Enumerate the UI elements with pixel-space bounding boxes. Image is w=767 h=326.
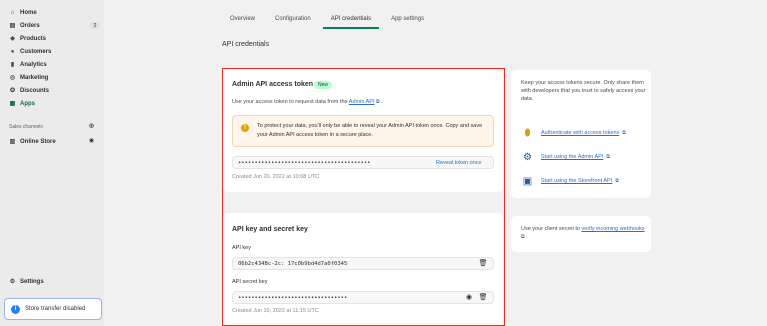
- external-link-icon: ⧉: [622, 130, 626, 136]
- app-tabs: Overview Configuration API credentials A…: [220, 9, 434, 29]
- delete-icon[interactable]: 🗑: [479, 293, 488, 301]
- resource-admin-api[interactable]: ⚙ Start using the Admin API ⧉: [521, 150, 610, 164]
- sales-channels-header: Sales channels: [9, 124, 43, 130]
- storefront-icon: ▣: [522, 175, 533, 187]
- description-text: Use your access token to request data fr…: [232, 99, 349, 105]
- secret-help-card: Use your client secret to verify incomin…: [511, 216, 651, 252]
- warning-text: To protect your data, you'll only be abl…: [257, 123, 483, 138]
- description-suffix: .: [379, 99, 383, 105]
- store-transfer-banner[interactable]: i Store transfer disabled: [4, 298, 102, 320]
- tab-api-credentials[interactable]: API credentials: [321, 9, 381, 29]
- resource-authenticate[interactable]: ⬮ Authenticate with access tokens ⧉: [521, 126, 626, 140]
- token-icon: ⬮: [524, 127, 531, 139]
- admin-token-title: Admin API access token: [232, 81, 314, 88]
- sidebar-item-products[interactable]: ◆ Products: [9, 34, 46, 43]
- customers-icon: ●: [10, 48, 15, 55]
- sidebar-item-label: Analytics: [20, 61, 47, 68]
- token-help-card: Keep your access tokens secure. Only sha…: [511, 70, 651, 198]
- sidebar-item-home[interactable]: ⌂ Home: [9, 8, 37, 17]
- token-help-text: Keep your access tokens secure. Only sha…: [521, 80, 646, 102]
- external-link-icon: ⧉: [615, 178, 619, 184]
- sidebar-item-label: Home: [20, 9, 37, 16]
- tab-overview[interactable]: Overview: [220, 9, 265, 29]
- sidebar-item-label: Products: [20, 35, 47, 42]
- secret-help-suffix: .: [524, 234, 528, 240]
- sidebar: ⌂ Home ▤ Orders 2 ◆ Products ● Customers…: [0, 0, 104, 326]
- apps-icon: ▦: [9, 101, 16, 107]
- api-keys-created: Created Jun 10, 2022 at 11:15 UTC: [232, 308, 319, 314]
- orders-count-badge: 2: [90, 22, 100, 29]
- add-sales-channel-icon[interactable]: ⊕: [88, 122, 95, 130]
- products-icon: ◆: [10, 36, 15, 42]
- secret-help-prefix: Use your client secret to: [521, 226, 582, 232]
- sidebar-item-label: Marketing: [20, 74, 49, 81]
- discounts-icon: ✪: [9, 88, 16, 94]
- marketing-icon: ◎: [9, 75, 16, 81]
- analytics-icon: ▮: [10, 62, 15, 68]
- api-key-label: API key: [232, 245, 251, 251]
- resource-link[interactable]: Start using the Admin API: [541, 154, 603, 160]
- sidebar-item-label: Orders: [20, 22, 40, 29]
- orders-icon: ▤: [9, 23, 16, 29]
- reveal-token-button[interactable]: Reveal token once: [436, 160, 482, 166]
- sidebar-item-label: Apps: [20, 100, 35, 107]
- admin-token-description: Use your access token to request data fr…: [232, 99, 383, 105]
- sidebar-item-analytics[interactable]: ▮ Analytics: [9, 60, 47, 69]
- api-secret-field[interactable]: •••••••••••••••••••••••••••••••••: [232, 291, 494, 304]
- api-keys-title: API key and secret key: [232, 226, 308, 233]
- sidebar-item-settings[interactable]: ⚙ Settings: [9, 277, 44, 286]
- api-secret-label: API secret key: [232, 279, 268, 285]
- admin-api-link[interactable]: Admin API: [349, 99, 375, 105]
- info-icon: i: [11, 304, 20, 314]
- verify-webhooks-link[interactable]: verify incoming webhooks: [582, 226, 645, 232]
- api-keys-card: API key and secret key API key 06b2c434B…: [223, 213, 503, 326]
- warning-icon: !: [241, 124, 249, 132]
- admin-token-card: Admin API access token New Use your acce…: [223, 70, 503, 192]
- resource-storefront-api[interactable]: ▣ Start using the Storefront API ⧉: [521, 174, 619, 188]
- external-link-icon: ⧉: [606, 154, 610, 160]
- sidebar-item-discounts[interactable]: ✪ Discounts: [9, 86, 49, 95]
- sidebar-item-apps[interactable]: ▦ Apps: [9, 99, 35, 108]
- delete-icon[interactable]: 🗑: [479, 259, 488, 267]
- api-key-value: 06b2c434Bc-2c: 17c0b9bd4d7a0f0345: [238, 260, 348, 267]
- store-transfer-label: Store transfer disabled: [25, 306, 86, 312]
- sidebar-item-orders[interactable]: ▤ Orders: [9, 21, 40, 30]
- resource-link[interactable]: Authenticate with access tokens: [541, 130, 619, 136]
- sidebar-item-label: Customers: [20, 48, 52, 55]
- admin-token-masked: ••••••••••••••••••••••••••••••••••••••••: [238, 159, 371, 166]
- sidebar-item-customers[interactable]: ● Customers: [9, 47, 52, 56]
- tab-app-settings[interactable]: App settings: [381, 9, 434, 29]
- sidebar-item-marketing[interactable]: ◎ Marketing: [9, 73, 48, 82]
- api-secret-masked: •••••••••••••••••••••••••••••••••: [238, 294, 348, 301]
- gear-icon: ⚙: [523, 151, 532, 163]
- warning-banner: ! To protect your data, you'll only be a…: [232, 115, 494, 147]
- sidebar-item-label: Settings: [20, 278, 44, 285]
- sidebar-item-online-store[interactable]: ▥ Online Store: [9, 137, 56, 146]
- eye-icon[interactable]: ◉: [465, 293, 473, 301]
- resource-link[interactable]: Start using the Storefront API: [541, 178, 612, 184]
- api-key-field[interactable]: 06b2c434Bc-2c: 17c0b9bd4d7a0f0345: [232, 257, 494, 270]
- sidebar-item-label: Online Store: [20, 138, 56, 145]
- home-icon: ⌂: [10, 9, 15, 16]
- gear-icon: ⚙: [9, 279, 16, 285]
- sidebar-item-label: Discounts: [20, 87, 50, 94]
- secret-help-text: Use your client secret to verify incomin…: [521, 225, 646, 241]
- tab-configuration[interactable]: Configuration: [265, 9, 321, 29]
- new-badge: New: [314, 81, 333, 89]
- view-store-icon[interactable]: ◉: [88, 137, 95, 144]
- page-title: API credentials: [222, 41, 270, 48]
- admin-token-created: Created Jun 20, 2022 at 10:08 UTC: [232, 174, 320, 180]
- store-icon: ▥: [9, 139, 16, 145]
